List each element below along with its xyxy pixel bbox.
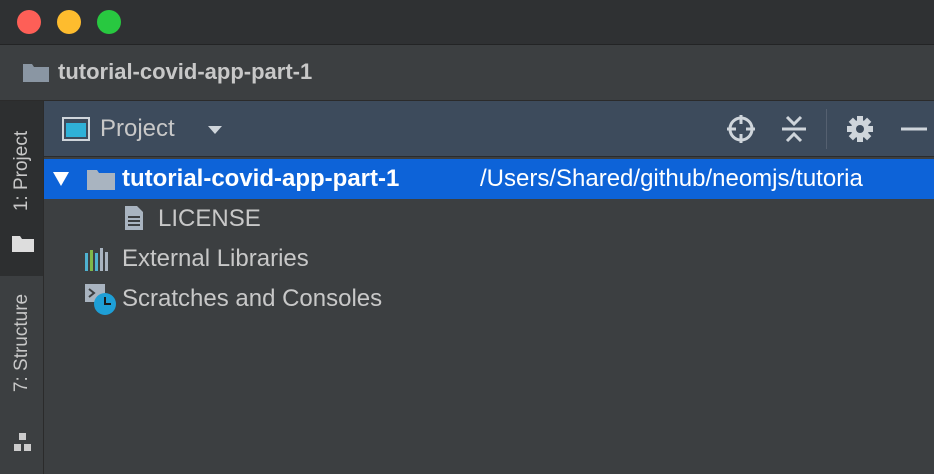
- left-tool-stripe: 1: Project 7: Structure: [0, 101, 44, 474]
- tree-row-external-libraries[interactable]: External Libraries: [44, 239, 934, 279]
- scratches-label: Scratches and Consoles: [122, 285, 383, 312]
- tree-row-project-root[interactable]: tutorial-covid-app-part-1 /Users/Shared/…: [44, 159, 934, 199]
- tab-project-label: 1: Project: [10, 130, 32, 212]
- external-libraries-label: External Libraries: [122, 245, 309, 272]
- gear-icon[interactable]: [845, 114, 875, 144]
- close-window-button[interactable]: [17, 10, 41, 34]
- zoom-window-button[interactable]: [97, 10, 121, 34]
- text-file-icon: [125, 206, 143, 230]
- project-root-path: /Users/Shared/github/neomjs/tutoria: [480, 165, 863, 192]
- window-titlebar: [0, 0, 934, 45]
- toolbar-separator: [826, 109, 827, 149]
- tree-row-scratches[interactable]: Scratches and Consoles: [44, 279, 934, 319]
- navigation-bar: tutorial-covid-app-part-1: [0, 45, 934, 101]
- structure-icon: [14, 433, 31, 451]
- tab-structure[interactable]: 7: Structure: [0, 291, 43, 461]
- locate-icon[interactable]: [726, 114, 756, 144]
- project-root-name: tutorial-covid-app-part-1: [122, 165, 400, 192]
- expand-arrow-icon[interactable]: [52, 171, 70, 187]
- project-panel-header: Project: [44, 101, 934, 157]
- project-view-icon: [62, 117, 90, 141]
- panel-title[interactable]: Project: [100, 115, 175, 143]
- chevron-down-icon[interactable]: [207, 125, 223, 135]
- file-name: LICENSE: [158, 205, 261, 232]
- scratches-icon: [85, 284, 116, 315]
- folder-icon: [23, 64, 49, 82]
- minimize-window-button[interactable]: [57, 10, 81, 34]
- breadcrumb-project[interactable]: tutorial-covid-app-part-1: [58, 59, 312, 85]
- folder-icon: [12, 236, 34, 252]
- tab-project[interactable]: 1: Project: [0, 101, 43, 276]
- collapse-all-icon[interactable]: [779, 114, 809, 144]
- project-tree: tutorial-covid-app-part-1 /Users/Shared/…: [44, 157, 934, 474]
- minimize-icon[interactable]: [899, 114, 929, 144]
- tree-row-license[interactable]: LICENSE: [44, 199, 934, 239]
- libraries-icon: [85, 248, 108, 271]
- tab-structure-label: 7: Structure: [10, 293, 32, 393]
- folder-icon: [87, 170, 115, 190]
